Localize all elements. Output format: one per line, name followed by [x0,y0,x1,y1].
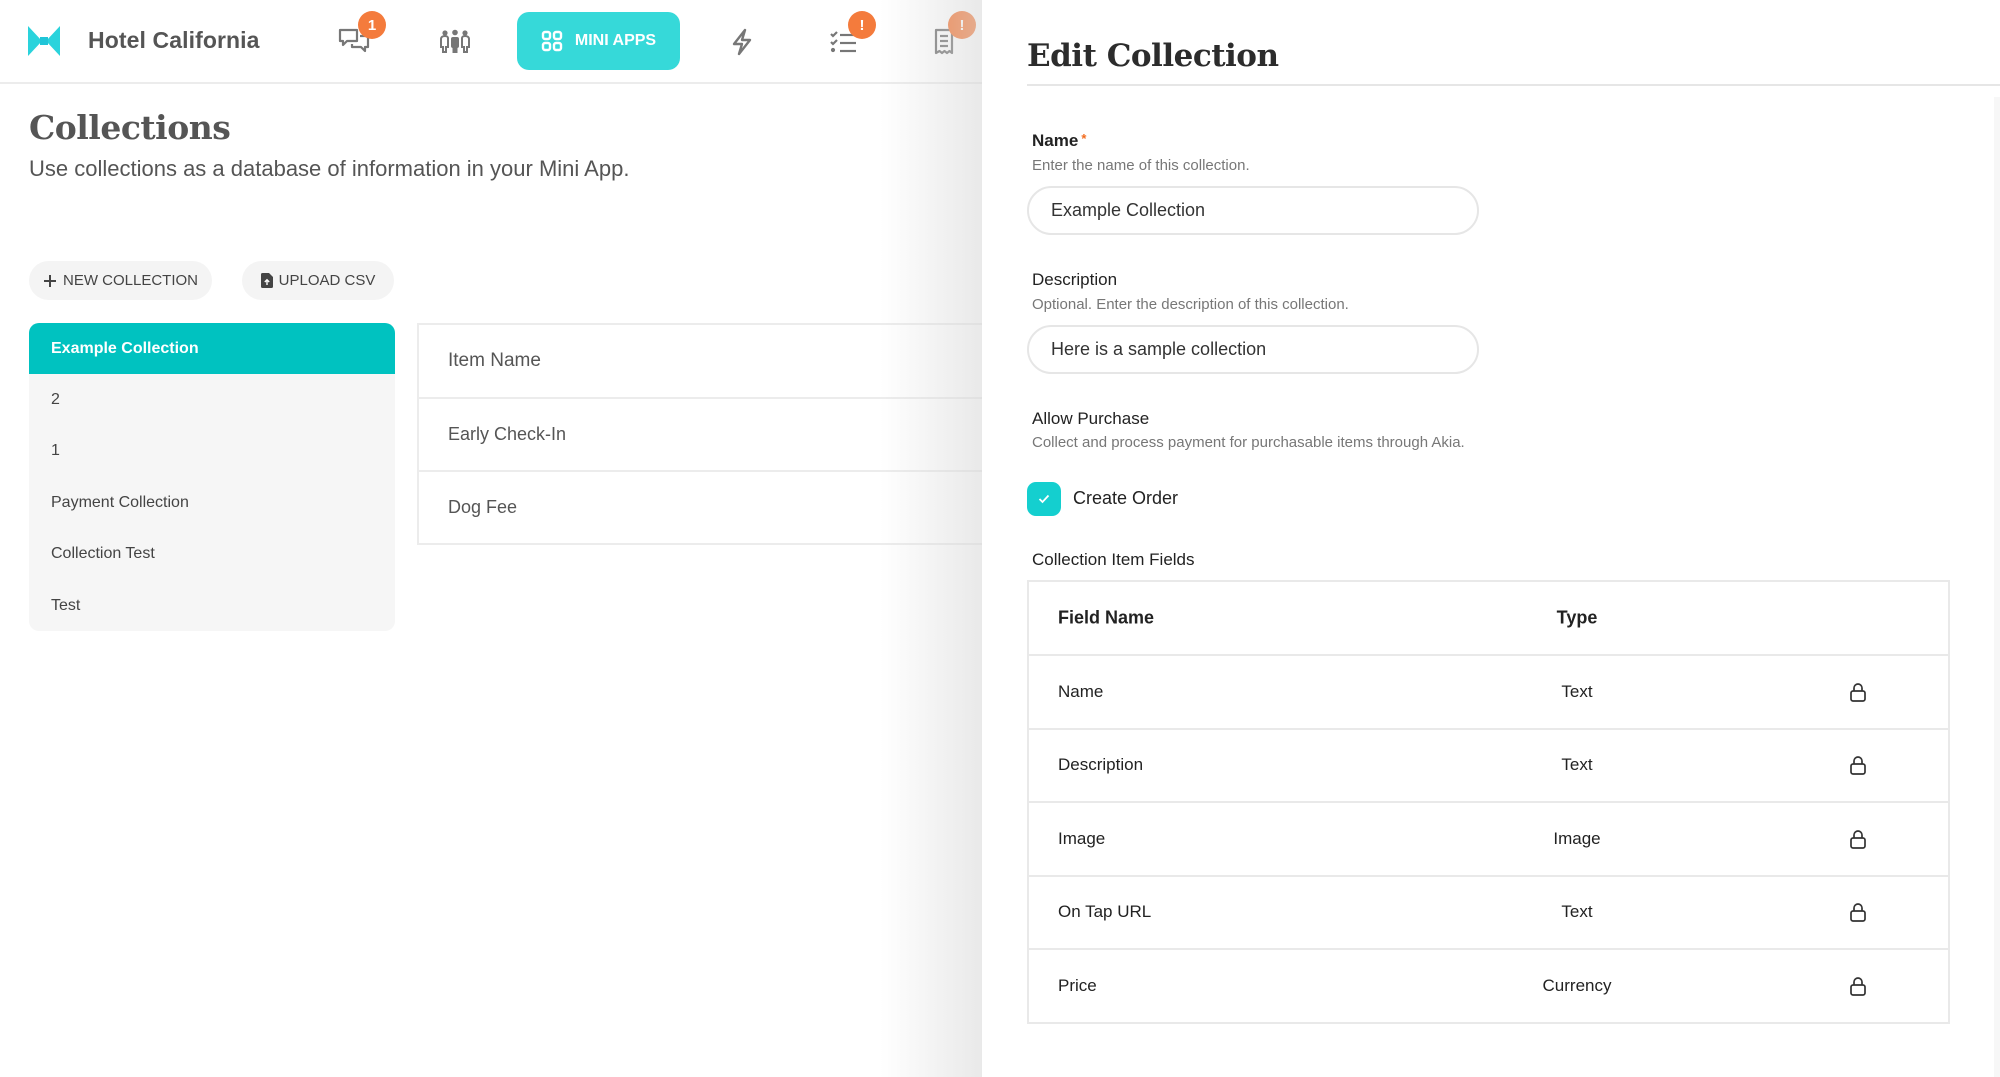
lock-icon[interactable] [1849,755,1867,776]
lightning-icon [732,28,752,56]
field-type-text: Text [1561,755,1593,775]
people-group-icon [440,29,470,53]
field-name: Description [1058,755,1144,775]
allow-purchase-help: Collect and process payment for purchasa… [1032,434,1465,451]
field-row[interactable]: On Tap URL Text [1029,874,1948,949]
field-row[interactable]: Description Text [1029,727,1948,802]
collection-item[interactable]: Collection Test [29,529,395,581]
items-table-row[interactable]: Early Check-In [419,397,1017,470]
plus-icon [43,274,56,287]
orders-badge: ! [948,11,976,39]
items-table: Item Name Early Check-In Dog Fee [417,323,1017,545]
page-title: Collections [29,108,231,147]
field-row[interactable]: Price Currency [1029,948,1948,1022]
field-type-text: Currency [1542,975,1612,995]
name-label-text: Name [1032,131,1079,150]
create-order-checkbox[interactable] [1027,482,1061,516]
nav-orders[interactable]: ! [926,11,976,60]
lock-icon[interactable] [1849,902,1867,923]
new-collection-button[interactable]: NEW COLLECTION [29,261,212,300]
field-name: Name [1058,681,1104,701]
checkmark-icon [1038,494,1050,504]
lock-icon[interactable] [1849,976,1867,996]
grid-icon [541,30,563,52]
field-name: Price [1058,975,1097,995]
nav-automations[interactable] [724,24,760,60]
collection-item[interactable]: 2 [29,374,395,426]
header-type-text: Type [1556,607,1598,628]
fields-table-header: Field Name Type [1029,582,1948,654]
required-mark: * [1081,131,1087,146]
description-field-help: Optional. Enter the description of this … [1032,296,1349,313]
edit-collection-panel: Edit Collection Name * Enter the name of … [982,0,2000,1077]
collection-item[interactable]: 1 [29,426,395,478]
panel-title: Edit Collection [1027,38,1279,74]
field-name: Image [1058,828,1106,848]
field-type-text: Image [1553,828,1601,848]
name-field-label: Name * [1032,131,1086,151]
create-order-label[interactable]: Create Order [1073,488,1178,509]
field-row[interactable]: Image Image [1029,801,1948,875]
tasks-badge: ! [848,11,876,39]
collection-item[interactable]: Payment Collection [29,477,395,529]
fields-section-label: Collection Item Fields [1032,550,1195,569]
collection-item-active[interactable]: Example Collection [29,323,395,374]
lock-icon[interactable] [1849,682,1867,702]
allow-purchase-label: Allow Purchase [1032,409,1150,428]
nav-tasks[interactable]: ! [826,11,876,60]
field-row[interactable]: Name Text [1029,654,1948,728]
nav-mini-apps-label: MINI APPS [574,32,657,49]
lock-icon[interactable] [1849,829,1867,849]
header-field-name: Field Name [1058,607,1155,628]
description-field-label: Description [1032,270,1118,289]
messages-badge: 1 [358,11,386,39]
page-subtitle: Use collections as a database of informa… [29,156,630,181]
top-nav: Hotel California 1 MINI APPS ! ! [0,0,982,84]
panel-divider [1027,84,2000,86]
field-type-text: Text [1561,902,1593,922]
scrollbar[interactable] [1994,97,2000,1077]
name-field-help: Enter the name of this collection. [1032,157,1250,174]
field-name: On Tap URL [1058,902,1152,922]
fields-table: Field Name Type Name Text Description Te… [1027,580,1950,1024]
collections-list: Example Collection 2 1 Payment Collectio… [29,323,395,631]
items-table-row[interactable]: Dog Fee [419,470,1017,543]
bowtie-logo-icon[interactable] [28,26,60,56]
new-collection-label: NEW COLLECTION [62,272,198,289]
upload-csv-label: UPLOAD CSV [278,272,376,289]
nav-mini-apps[interactable]: MINI APPS [517,12,680,70]
nav-messages[interactable]: 1 [336,11,386,60]
upload-csv-button[interactable]: UPLOAD CSV [242,261,394,300]
name-input[interactable] [1027,186,1479,235]
collection-item[interactable]: Test [29,580,395,631]
nav-guests[interactable] [437,24,473,60]
file-upload-icon [260,273,273,288]
brand-name[interactable]: Hotel California [88,27,260,54]
items-table-header: Item Name [448,350,541,371]
description-input[interactable] [1027,325,1479,374]
field-type-text: Text [1561,681,1593,701]
